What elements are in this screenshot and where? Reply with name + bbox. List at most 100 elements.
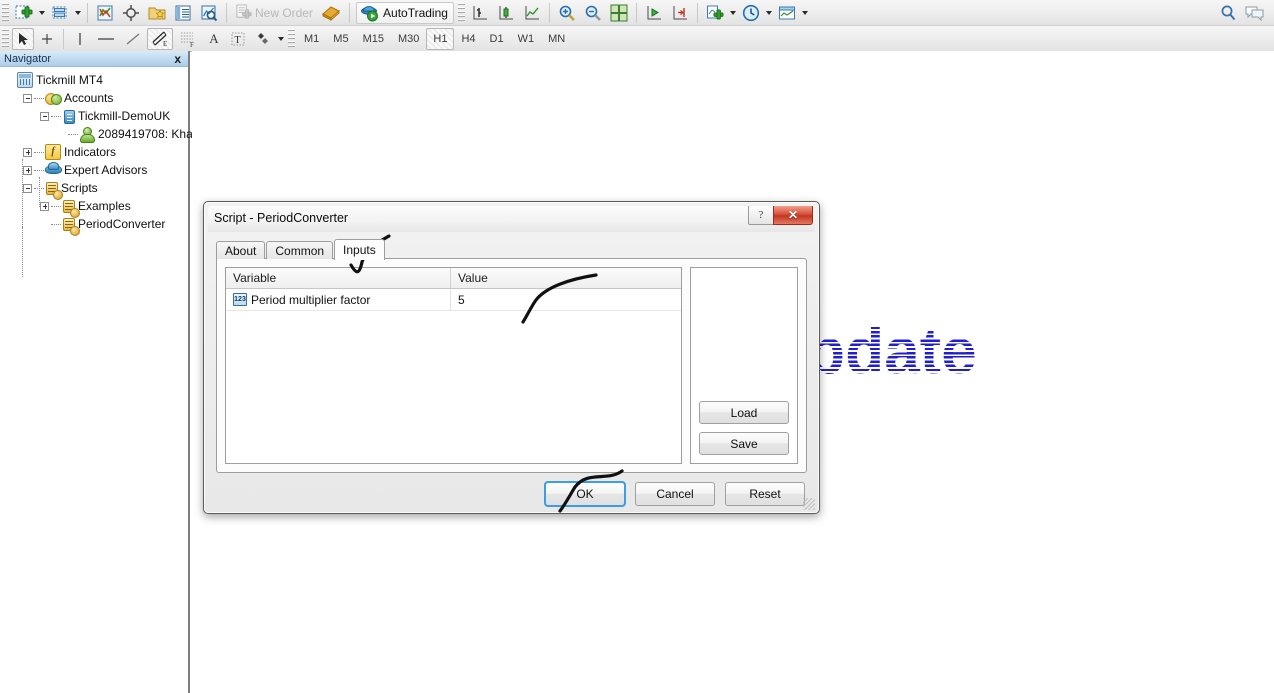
help-button[interactable]: ? bbox=[748, 206, 774, 225]
tab-common[interactable]: Common bbox=[266, 241, 334, 259]
value-cell[interactable]: 5 bbox=[451, 289, 681, 310]
terminal-icon bbox=[17, 72, 33, 88]
timeframe-button-m15[interactable]: M15 bbox=[356, 28, 391, 50]
dialog-resize-grip[interactable] bbox=[803, 498, 815, 510]
indicators-dropdown-caret[interactable] bbox=[729, 10, 736, 15]
fibonacci-tool-button[interactable]: F bbox=[175, 28, 201, 50]
text-label-tool-button[interactable]: T bbox=[227, 28, 249, 50]
toolbar-grip[interactable] bbox=[2, 2, 9, 23]
favorites-button[interactable] bbox=[145, 2, 169, 24]
timeframe-button-m5[interactable]: M5 bbox=[326, 28, 355, 50]
tree-item-tickmill-mt4[interactable]: Tickmill MT4 bbox=[6, 71, 188, 89]
indicators-fx-icon: f bbox=[45, 144, 61, 160]
tree-item-examples[interactable]: Examples bbox=[6, 197, 188, 218]
timeframe-button-m30[interactable]: M30 bbox=[391, 28, 426, 50]
tree-item-label: Indicators bbox=[64, 145, 117, 159]
bar-chart-button[interactable] bbox=[468, 2, 492, 24]
templates-button[interactable] bbox=[775, 2, 799, 24]
profiles-dropdown-caret[interactable] bbox=[75, 10, 81, 15]
close-button[interactable]: ✕ bbox=[773, 206, 813, 225]
toolbar-grip[interactable] bbox=[288, 28, 295, 49]
crosshair-button[interactable] bbox=[119, 2, 143, 24]
timeframe-button-w1[interactable]: W1 bbox=[511, 28, 542, 50]
market-watch-button[interactable] bbox=[93, 2, 117, 24]
data-window-button[interactable] bbox=[171, 2, 195, 24]
timeframe-button-m1[interactable]: M1 bbox=[297, 28, 326, 50]
profiles-button[interactable] bbox=[48, 2, 72, 24]
tree-collapse-icon[interactable] bbox=[23, 93, 32, 103]
load-button[interactable]: Load bbox=[699, 401, 789, 424]
navigator-close-button[interactable]: x bbox=[171, 52, 184, 66]
vertical-line-tool-button[interactable] bbox=[69, 28, 91, 50]
save-button[interactable]: Save bbox=[699, 432, 789, 455]
new-chart-button[interactable] bbox=[12, 2, 36, 24]
expert-advisor-icon bbox=[45, 162, 62, 178]
cursor-tool-button[interactable] bbox=[12, 27, 34, 50]
tree-item-expert-advisors[interactable]: Expert Advisors bbox=[6, 161, 188, 179]
tree-expand-icon[interactable] bbox=[23, 165, 32, 175]
indicators-button[interactable] bbox=[703, 2, 727, 24]
zoom-out-button[interactable] bbox=[581, 2, 605, 24]
tree-item-indicators[interactable]: f Indicators bbox=[6, 143, 188, 161]
timeframe-button-mn[interactable]: MN bbox=[541, 28, 572, 50]
script-icon bbox=[63, 218, 80, 236]
autotrading-button[interactable]: AutoTrading bbox=[356, 1, 454, 24]
tree-collapse-icon[interactable] bbox=[40, 111, 49, 121]
tree-item-periodconverter[interactable]: PeriodConverter bbox=[6, 215, 188, 236]
tree-expand-icon[interactable] bbox=[23, 147, 32, 157]
main-toolbar: New Order AutoTrading bbox=[0, 0, 1274, 26]
shapes-tool-button[interactable] bbox=[251, 28, 275, 50]
auto-scroll-button[interactable] bbox=[642, 2, 666, 24]
tree-connector bbox=[51, 205, 61, 207]
tree-item-accounts[interactable]: Accounts bbox=[6, 89, 188, 107]
search-button[interactable] bbox=[1216, 2, 1240, 24]
timeframe-button-d1[interactable]: D1 bbox=[483, 28, 511, 50]
tree-collapse-icon[interactable] bbox=[23, 183, 32, 193]
text-tool-button[interactable]: A bbox=[203, 28, 225, 50]
tree-item-2089419708-khal[interactable]: 2089419708: Khal bbox=[6, 125, 195, 143]
tree-item-label: 2089419708: Khal bbox=[98, 127, 196, 141]
tree-item-scripts[interactable]: Scripts bbox=[6, 179, 188, 200]
variable-cell: 123 Period multiplier factor bbox=[226, 289, 451, 310]
tree-item-tickmill-demouk[interactable]: Tickmill-DemoUK bbox=[6, 107, 188, 125]
trendline-tool-button[interactable] bbox=[121, 28, 145, 50]
tile-windows-button[interactable] bbox=[607, 2, 631, 24]
templates-dropdown-caret[interactable] bbox=[801, 10, 808, 15]
column-header-variable: Variable bbox=[226, 268, 451, 288]
shapes-dropdown-caret[interactable] bbox=[278, 36, 284, 41]
inputs-grid[interactable]: Variable Value 123 Period multiplier fact… bbox=[225, 267, 682, 464]
chart-search-button[interactable] bbox=[197, 2, 221, 24]
cancel-button[interactable]: Cancel bbox=[635, 482, 715, 506]
toolbar-grip[interactable] bbox=[2, 28, 9, 49]
script-properties-dialog: Script - PeriodConverter ? ✕ About Common… bbox=[203, 201, 820, 514]
tab-inputs[interactable]: Inputs bbox=[334, 239, 385, 260]
chat-button[interactable] bbox=[1242, 2, 1268, 24]
toolbar-separator bbox=[696, 2, 698, 23]
metaeditor-button[interactable] bbox=[318, 2, 344, 24]
toolbar-separator bbox=[63, 28, 64, 49]
dialog-titlebar[interactable]: Script - PeriodConverter ? ✕ bbox=[208, 206, 815, 232]
crosshair-tool-button[interactable] bbox=[36, 28, 58, 50]
tree-expand-icon[interactable] bbox=[40, 201, 49, 211]
ok-button[interactable]: OK bbox=[544, 481, 626, 507]
periods-dropdown-caret[interactable] bbox=[765, 10, 772, 15]
line-chart-button[interactable] bbox=[520, 2, 544, 24]
new-chart-dropdown-caret[interactable] bbox=[39, 10, 45, 15]
periods-button[interactable] bbox=[739, 2, 763, 24]
tree-connector-line bbox=[39, 177, 40, 207]
tree-item-label: Tickmill-DemoUK bbox=[78, 109, 171, 123]
timeframe-button-h4[interactable]: H4 bbox=[454, 28, 482, 50]
equidistant-channel-tool-button[interactable]: E bbox=[147, 27, 173, 50]
timeframe-button-h1[interactable]: H1 bbox=[426, 27, 455, 50]
new-order-button[interactable]: New Order bbox=[232, 2, 316, 24]
svg-text:F: F bbox=[190, 41, 194, 48]
inputs-grid-row[interactable]: 123 Period multiplier factor 5 bbox=[226, 289, 681, 311]
toolbar-grip[interactable] bbox=[457, 2, 465, 23]
tab-about[interactable]: About bbox=[216, 241, 266, 259]
horizontal-line-tool-button[interactable] bbox=[93, 28, 119, 50]
zoom-in-button[interactable] bbox=[555, 2, 579, 24]
reset-button[interactable]: Reset bbox=[725, 482, 805, 506]
integer-type-icon: 123 bbox=[233, 293, 247, 306]
candlestick-chart-button[interactable] bbox=[494, 2, 518, 24]
chart-shift-button[interactable] bbox=[668, 2, 692, 24]
